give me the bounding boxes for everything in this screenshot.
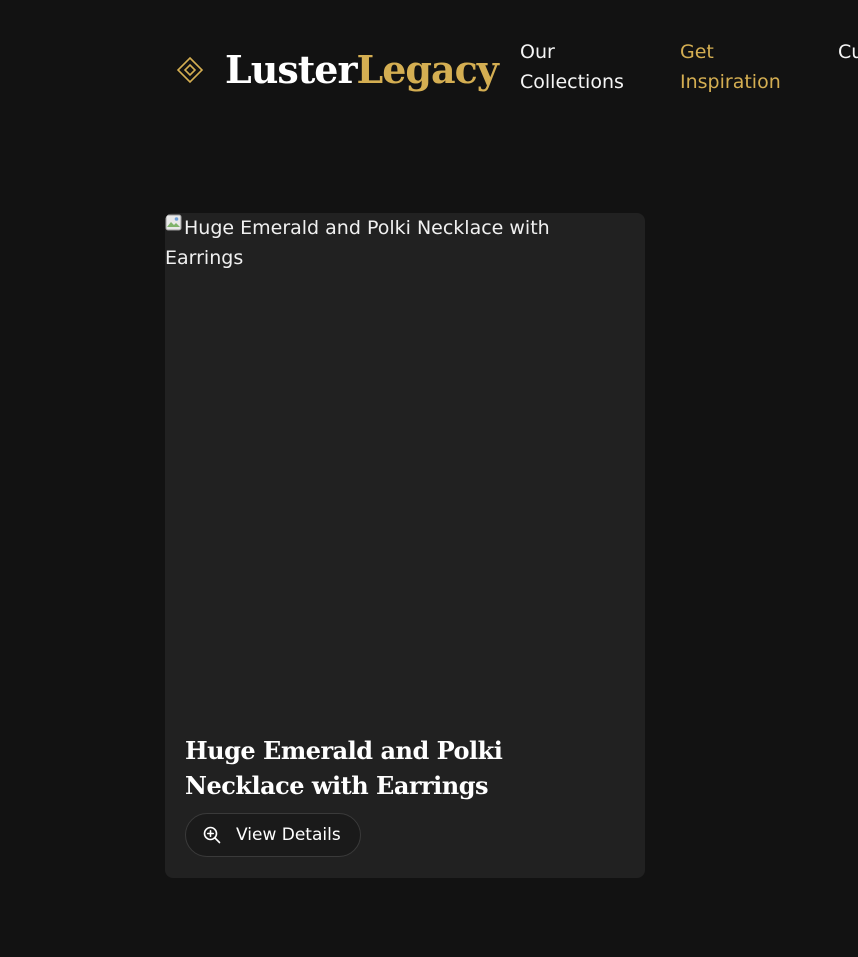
brand-logo[interactable]: LusterLegacy: [176, 47, 499, 93]
product-image[interactable]: Huge Emerald and Polki Necklace with Ear…: [165, 213, 645, 713]
view-details-label: View Details: [236, 825, 341, 845]
zoom-in-icon: [203, 826, 221, 844]
site-header: LusterLegacy Our Collections Get Inspira…: [0, 0, 858, 140]
product-title: Huge Emerald and Polki Necklace with Ear…: [185, 736, 503, 800]
brand-name-part1: Luster: [225, 47, 357, 92]
product-card: Huge Emerald and Polki Necklace with Ear…: [165, 213, 645, 878]
nav-item-cut-off[interactable]: Cu De: [838, 37, 858, 67]
nav-item-our-collections[interactable]: Our Collections: [520, 37, 650, 97]
image-alt-text: Huge Emerald and Polki Necklace with Ear…: [165, 217, 550, 269]
brand-name-part2: Legacy: [356, 47, 499, 92]
diamond-outline-icon: [176, 56, 204, 84]
view-details-button[interactable]: View Details: [185, 813, 361, 857]
nav-item-get-inspiration[interactable]: Get Inspiration: [680, 37, 810, 97]
brand-name: LusterLegacy: [225, 47, 499, 93]
